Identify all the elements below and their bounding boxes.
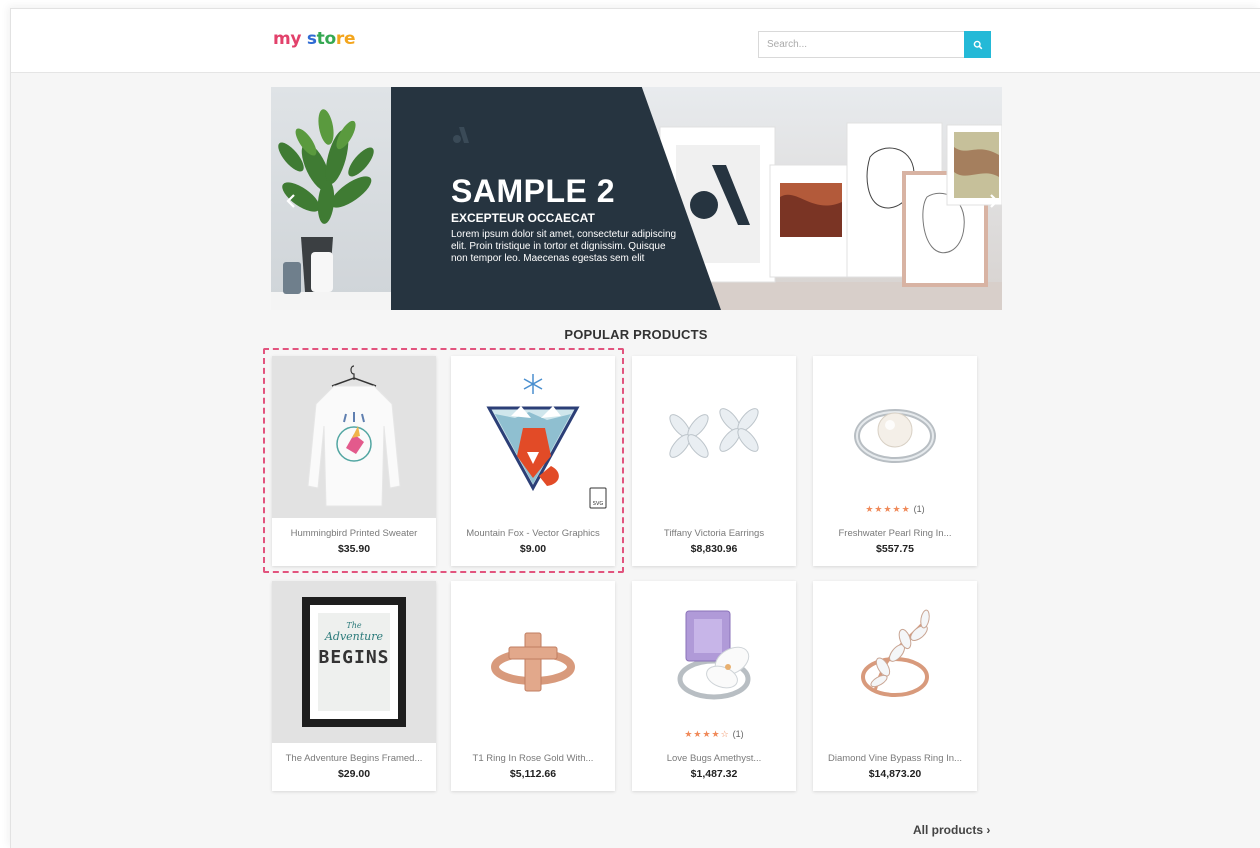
store-logo[interactable]: my store: [273, 29, 355, 49]
product-image[interactable]: The Adventure BEGINS: [272, 581, 436, 743]
product-image[interactable]: [813, 581, 977, 743]
product-name[interactable]: Tiffany Victoria Earrings: [636, 528, 792, 539]
product-card[interactable]: Hummingbird Printed Sweater $35.90: [272, 356, 436, 566]
brand-a-icon: [453, 127, 469, 143]
section-title: POPULAR PRODUCTS: [564, 327, 708, 342]
review-count: (1): [732, 729, 744, 739]
slide-subtitle: EXCEPTEUR OCCAECAT: [451, 211, 595, 225]
rose-gold-ring-image: [491, 632, 575, 692]
product-price: $1,487.32: [690, 768, 738, 780]
slide-description: Lorem ipsum dolor sit amet, consectetur …: [451, 229, 677, 264]
product-price: $29.00: [337, 768, 371, 780]
product-name[interactable]: Freshwater Pearl Ring In...: [817, 528, 973, 539]
sweater-image: [307, 365, 401, 507]
slide-title: SAMPLE 2: [451, 173, 616, 209]
amethyst-ring-image: [677, 610, 751, 700]
product-card[interactable]: T1 Ring In Rose Gold With... $5,112.66: [451, 581, 615, 791]
product-card[interactable]: ★★★★☆ (1) Love Bugs Amethyst... $1,487.32: [632, 581, 796, 791]
product-price: $8,830.96: [690, 543, 738, 555]
review-count: (1): [913, 504, 925, 514]
browser-viewport: my store Search... SAMPLE 2 EXCEPTEUR OC…: [10, 8, 1260, 848]
product-name[interactable]: Mountain Fox - Vector Graphics: [455, 528, 611, 539]
slider-next-button[interactable]: [986, 190, 1002, 212]
product-price: $35.90: [337, 543, 371, 555]
product-image[interactable]: [451, 581, 615, 743]
product-rating: ★★★★★ (1): [813, 504, 977, 515]
product-image[interactable]: [272, 356, 436, 518]
vine-ring-image: [861, 609, 930, 697]
earrings-image: [669, 408, 759, 458]
snowflake-icon: [523, 374, 543, 394]
product-image[interactable]: [632, 356, 796, 518]
product-name[interactable]: Hummingbird Printed Sweater: [276, 528, 432, 539]
product-image[interactable]: SVG: [451, 356, 615, 518]
product-price: $557.75: [876, 543, 914, 555]
image-slider: SAMPLE 2 EXCEPTEUR OCCAECAT Lorem ipsum …: [271, 87, 1002, 310]
product-card[interactable]: Diamond Vine Bypass Ring In... $14,873.2…: [813, 581, 977, 791]
product-name[interactable]: Love Bugs Amethyst...: [636, 753, 792, 764]
product-rating: ★★★★☆ (1): [632, 729, 796, 740]
star-rating-icon: ★★★★☆: [684, 729, 730, 739]
product-card[interactable]: The Adventure BEGINS The Adventure Begin…: [272, 581, 436, 791]
chevron-right-icon: [990, 194, 999, 208]
poster-text: The Adventure BEGINS: [318, 621, 390, 668]
product-price: $14,873.20: [868, 768, 922, 780]
product-name[interactable]: Diamond Vine Bypass Ring In...: [817, 753, 973, 764]
search-input[interactable]: [758, 31, 965, 58]
search-icon: [973, 40, 982, 49]
fox-graphic-image: SVG: [486, 374, 607, 509]
svg-text:SVG: SVG: [593, 501, 604, 507]
chevron-left-icon: [286, 194, 295, 208]
search-button[interactable]: [964, 31, 991, 58]
product-image[interactable]: ★★★★☆ (1): [632, 581, 796, 743]
pearl-ring-image: [854, 409, 936, 463]
product-name[interactable]: The Adventure Begins Framed...: [276, 753, 432, 764]
star-rating-icon: ★★★★★: [865, 504, 911, 514]
product-card[interactable]: ★★★★★ (1) Freshwater Pearl Ring In... $55…: [813, 356, 977, 566]
product-name[interactable]: T1 Ring In Rose Gold With...: [455, 753, 611, 764]
product-card[interactable]: SVG Mountain Fox - Vector Graphics $9.00: [451, 356, 615, 566]
slider-prev-button[interactable]: [283, 190, 299, 212]
product-price: $9.00: [519, 543, 547, 555]
product-card[interactable]: Tiffany Victoria Earrings $8,830.96: [632, 356, 796, 566]
all-products-link[interactable]: All products ›: [913, 823, 990, 837]
product-image[interactable]: ★★★★★ (1): [813, 356, 977, 518]
site-header: my store: [11, 9, 1260, 73]
product-price: $5,112.66: [509, 768, 557, 780]
